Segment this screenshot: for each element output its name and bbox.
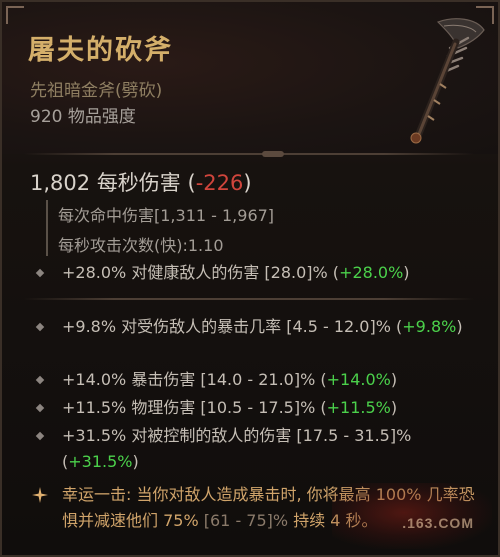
divider xyxy=(24,151,474,157)
dps-diff: -226 xyxy=(195,171,244,195)
dps-value: 1,802 xyxy=(30,171,91,195)
damage-per-hit: 每次命中伤害[1,311 - 1,967] xyxy=(58,206,275,225)
axe-icon xyxy=(410,18,485,144)
affix-delta: +9.8% xyxy=(402,317,457,336)
item-name: 屠夫的砍斧 xyxy=(28,35,173,66)
affix-text: +11.5% 物理伤害 [10.5 - 17.5]% ( xyxy=(62,398,327,417)
corner-ornament xyxy=(6,6,24,24)
diamond-bullet-icon xyxy=(35,268,45,278)
diamond-bullet-icon xyxy=(35,322,45,332)
attacks-per-second: 每秒攻击次数(快):1.10 xyxy=(58,236,224,255)
divider-ornament xyxy=(262,151,284,157)
affix-delta: +31.5% xyxy=(68,452,133,471)
watermark-text: .163.COM xyxy=(402,515,474,531)
dps-paren-close: ) xyxy=(243,171,252,195)
implicit-text: +28.0% 对健康敌人的伤害 [28.0]% ( xyxy=(62,263,340,282)
stat-bar xyxy=(46,200,48,256)
dps-label: 每秒伤害 xyxy=(96,171,181,195)
unique-star-icon xyxy=(32,487,48,503)
affix-text: +9.8% 对受伤敌人的暴击几率 [4.5 - 12.0]% ( xyxy=(62,317,403,336)
diamond-bullet-icon xyxy=(35,403,45,413)
implicit-delta: +28.0% xyxy=(339,263,404,282)
dps-line: 1,802 每秒伤害 (-226) xyxy=(30,167,252,197)
tooltip-header: 屠夫的砍斧 先祖暗金斧(劈砍) 920 物品强度 xyxy=(2,2,498,154)
affix-delta: +11.5% xyxy=(326,398,391,417)
unique-power-range: [61 - 75]% xyxy=(203,511,289,530)
diamond-bullet-icon xyxy=(35,375,45,385)
implicit-affix: +28.0% 对健康敌人的伤害 [28.0]% (+28.0%) xyxy=(62,260,472,286)
item-power: 920 物品强度 xyxy=(30,107,136,127)
item-type: 先祖暗金斧(劈砍) xyxy=(30,81,163,101)
affix-close: ) xyxy=(390,398,398,417)
affix-controlled-damage: +31.5% 对被控制的敌人的伤害 [17.5 - 31.5]% (+31.5%… xyxy=(62,423,472,475)
affix-close: ) xyxy=(390,370,398,389)
affix-crit-chance: +9.8% 对受伤敌人的暴击几率 [4.5 - 12.0]% (+9.8%) xyxy=(62,314,472,340)
affix-close: ) xyxy=(456,317,463,336)
item-tooltip: 屠夫的砍斧 先祖暗金斧(劈砍) 920 物品强度 1,802 每秒伤害 (-22… xyxy=(0,0,500,557)
implicit-close: ) xyxy=(403,263,410,282)
dps-paren-open: ( xyxy=(187,171,196,195)
affix-crit-damage: +14.0% 暴击伤害 [14.0 - 21.0]% (+14.0%) xyxy=(62,367,472,393)
diamond-bullet-icon xyxy=(35,431,45,441)
affix-text: +14.0% 暴击伤害 [14.0 - 21.0]% ( xyxy=(62,370,327,389)
affix-delta: +14.0% xyxy=(326,370,391,389)
divider xyxy=(24,298,474,300)
affix-physical-damage: +11.5% 物理伤害 [10.5 - 17.5]% (+11.5%) xyxy=(62,395,472,421)
affix-close: ) xyxy=(132,452,139,471)
